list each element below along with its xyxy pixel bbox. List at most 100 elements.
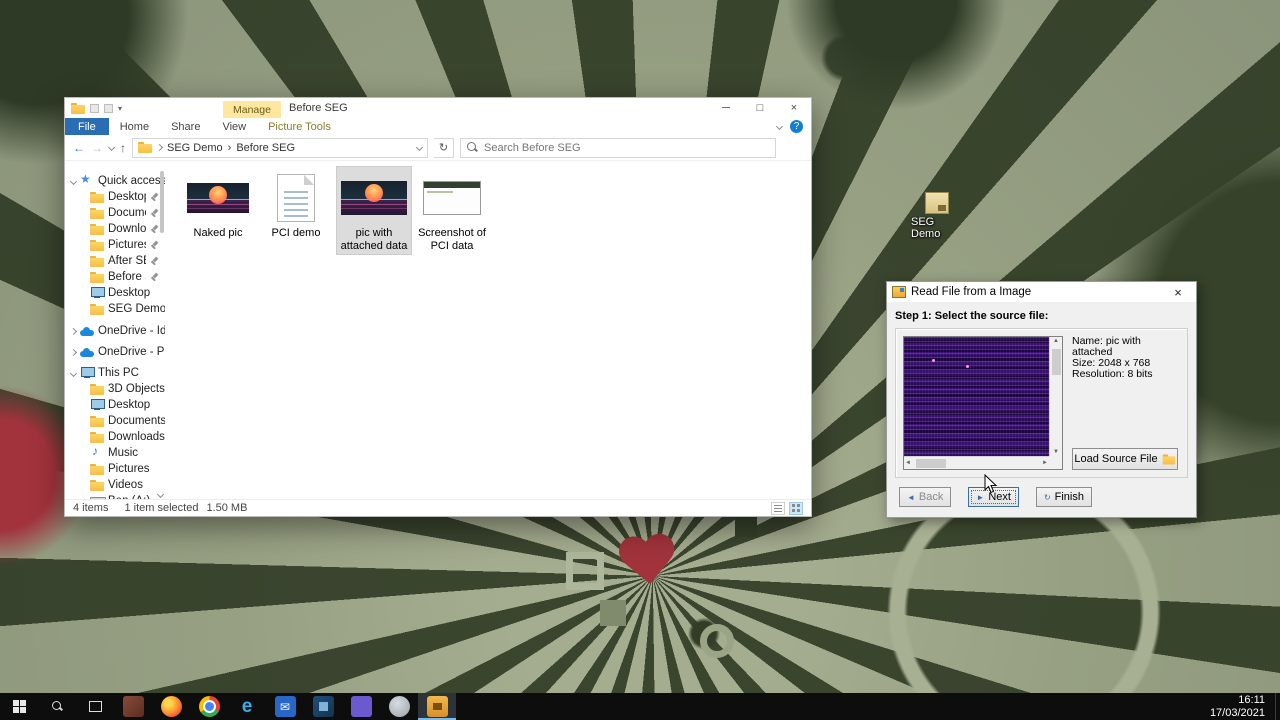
ribbon-collapse-icon[interactable] [775, 122, 784, 131]
sidebar-item-downloads-2[interactable]: Downloads [65, 429, 165, 445]
taskbar-app-seg-tool-active[interactable] [418, 693, 456, 720]
taskbar: e ✉ 16:11 17/03/2021 [0, 693, 1280, 720]
sidebar-item-documents-2[interactable]: Documents [65, 413, 165, 429]
file-item-naked-pic[interactable]: Naked pic [181, 167, 255, 242]
scroll-left-icon[interactable]: ◄ [905, 460, 911, 466]
load-source-file-button[interactable]: Load Source File [1072, 448, 1178, 470]
file-item-pic-with-attached-data[interactable]: pic with attached data [336, 165, 412, 256]
sidebar-item-pictures[interactable]: Pictures [65, 237, 165, 253]
tab-home[interactable]: Home [109, 118, 160, 135]
taskbar-app-8[interactable] [380, 693, 418, 720]
sidebar-item-quick-access[interactable]: Quick access [65, 173, 165, 189]
sidebar-item-music[interactable]: Music [65, 445, 165, 461]
breadcrumb-seg-demo[interactable]: SEG Demo [167, 142, 223, 154]
address-dropdown-icon[interactable] [415, 143, 424, 152]
preview-horizontal-scrollbar[interactable]: ◄ ► [904, 456, 1049, 469]
sidebar-item-before-seg[interactable]: Before SEG [65, 269, 165, 285]
explorer-app-icon [71, 102, 85, 114]
finish-button[interactable]: ↻ Finish [1035, 487, 1092, 507]
sidebar-item-desktop-3[interactable]: Desktop [65, 397, 165, 413]
info-resolution: Resolution: 8 bits [1072, 368, 1153, 380]
image-preview: ▲ ▼ ◄ ► [903, 336, 1063, 470]
pin-icon [150, 208, 160, 218]
screenshot-thumbnail [423, 181, 481, 215]
sidebar-item-onedrive-2[interactable]: OneDrive - Perso [65, 344, 165, 360]
qat-icon-2[interactable] [104, 103, 113, 113]
forward-nav-button[interactable]: → [91, 141, 103, 155]
sidebar-item-onedrive-1[interactable]: OneDrive - Idor sy [65, 323, 165, 339]
file-item-pci-demo[interactable]: PCI demo [259, 167, 333, 242]
scroll-up-icon[interactable]: ▲ [1053, 338, 1059, 344]
sidebar-item-ben-a[interactable]: Ben (A:) [65, 493, 165, 499]
search-placeholder: Search Before SEG [484, 141, 581, 154]
folder-icon [90, 383, 104, 395]
sidebar-item-seg-demo[interactable]: SEG Demo [65, 301, 165, 317]
taskbar-app-firefox[interactable] [152, 693, 190, 720]
sidebar-item-3d-objects[interactable]: 3D Objects [65, 381, 165, 397]
taskbar-app-6[interactable] [304, 693, 342, 720]
refresh-button[interactable]: ↻ [434, 137, 454, 158]
sidebar-item-this-pc[interactable]: This PC [65, 365, 165, 381]
scroll-down-icon[interactable]: ▼ [1053, 449, 1059, 455]
file-item-screenshot-pci[interactable]: Screenshot of PCI data [415, 167, 489, 254]
start-button[interactable] [0, 693, 38, 720]
taskbar-app-edge[interactable]: e [228, 693, 266, 720]
help-icon[interactable]: ? [790, 120, 803, 133]
sidebar-item-label: Desktop [108, 399, 151, 411]
taskbar-app-mail[interactable]: ✉ [266, 693, 304, 720]
desktop-icon-seg-demo[interactable]: SEG Demo [911, 192, 963, 240]
sidebar-item-after-seg[interactable]: After SEG [65, 253, 165, 269]
show-desktop-button[interactable] [1275, 693, 1280, 720]
chevron-down-icon [69, 369, 78, 377]
task-view-button[interactable] [76, 693, 114, 720]
chevron-down-icon [69, 177, 78, 185]
info-name: Name: pic with attached [1072, 335, 1141, 358]
tab-file[interactable]: File [65, 118, 109, 135]
taskbar-app-chrome[interactable] [190, 693, 228, 720]
scrollbar-thumb[interactable] [1052, 349, 1061, 375]
preview-dot [932, 359, 935, 362]
breadcrumb-before-seg[interactable]: Before SEG [236, 142, 295, 154]
maximize-button[interactable]: □ [743, 98, 777, 118]
tab-picture-tools[interactable]: Picture Tools [257, 118, 342, 135]
manage-contextual-tab[interactable]: Manage [223, 101, 281, 118]
taskbar-app-photos[interactable] [114, 693, 152, 720]
sidebar-item-desktop[interactable]: Desktop [65, 189, 165, 205]
file-name: Naked pic [193, 227, 243, 239]
dialog-close-button[interactable]: × [1165, 282, 1191, 302]
scrollbar-thumb[interactable] [916, 459, 946, 468]
back-nav-button[interactable]: ← [73, 141, 85, 155]
sidebar-item-documents[interactable]: Documents [65, 205, 165, 221]
tab-view[interactable]: View [211, 118, 257, 135]
scroll-right-icon[interactable]: ► [1042, 460, 1048, 466]
file-list: Naked pic PCI demo pic with attached dat… [165, 161, 811, 499]
minimize-button[interactable]: ─ [709, 98, 743, 118]
sidebar-item-pictures-2[interactable]: Pictures [65, 461, 165, 477]
sidebar-item-videos[interactable]: Videos [65, 477, 165, 493]
search-input[interactable]: Search Before SEG [460, 137, 776, 158]
chevron-right-icon [155, 143, 164, 152]
sidebar-scrollbar[interactable] [160, 171, 164, 233]
preview-vertical-scrollbar[interactable]: ▲ ▼ [1049, 337, 1062, 456]
folder-icon [90, 303, 104, 315]
details-view-button[interactable] [771, 501, 785, 515]
taskbar-search-button[interactable] [38, 693, 76, 720]
folder-icon [90, 463, 104, 475]
sidebar-item-label: Downloads [108, 223, 146, 235]
dialog-title: Read File from a Image [911, 286, 1032, 298]
up-nav-button[interactable]: ↑ [120, 141, 126, 155]
taskbar-app-7[interactable] [342, 693, 380, 720]
pin-icon [150, 224, 160, 234]
sidebar-item-downloads[interactable]: Downloads [65, 221, 165, 237]
thumbnails-view-button[interactable] [789, 501, 803, 515]
address-box[interactable]: SEG Demo › Before SEG [132, 137, 428, 158]
sidebar-item-desktop-2[interactable]: Desktop [65, 285, 165, 301]
back-button[interactable]: ◄ Back [899, 487, 952, 507]
close-button[interactable]: × [777, 98, 811, 118]
history-caret-icon[interactable] [107, 143, 116, 152]
qat-icon-1[interactable] [90, 103, 99, 113]
tab-share[interactable]: Share [160, 118, 211, 135]
taskbar-clock[interactable]: 16:11 17/03/2021 [1200, 694, 1275, 719]
finish-button-label: Finish [1054, 491, 1084, 503]
qat-caret-icon[interactable]: ▾ [118, 104, 122, 113]
